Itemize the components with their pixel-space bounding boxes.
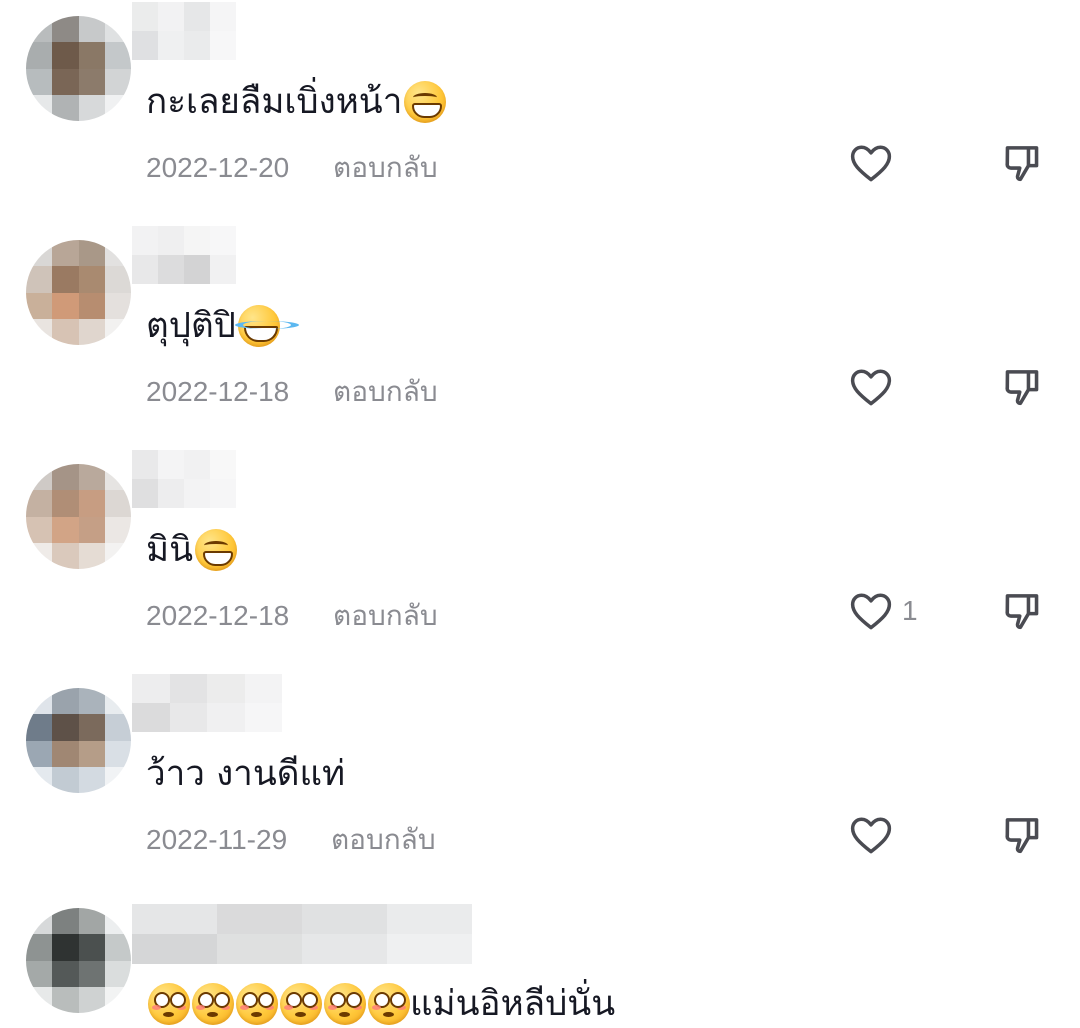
flushed-face-icon	[236, 982, 278, 1025]
flushed-face-icon	[368, 982, 410, 1025]
heart-icon	[850, 817, 892, 854]
comment-meta: 2022-11-29 ตอบกลับ	[146, 818, 436, 862]
username-blurred[interactable]	[132, 674, 282, 732]
avatar[interactable]	[26, 464, 131, 569]
like-button[interactable]: 1	[850, 591, 918, 631]
comment-date: 2022-12-20	[146, 152, 290, 183]
dislike-button[interactable]	[1002, 367, 1042, 409]
comment-text-body: ว้าว งานดีแท่	[146, 754, 346, 794]
comment-date: 2022-12-18	[146, 600, 290, 631]
comment-item: กะเลยลืมเบิ่งหน้า 2022-12-20 ตอบกลับ	[0, 0, 1080, 224]
heart-icon	[850, 369, 892, 406]
dislike-button[interactable]	[1002, 815, 1042, 857]
dislike-button[interactable]	[1002, 143, 1042, 185]
flushed-face-icon	[324, 982, 366, 1025]
avatar[interactable]	[26, 240, 131, 345]
comment-meta: 2022-12-20 ตอบกลับ	[146, 146, 438, 190]
reply-button[interactable]: ตอบกลับ	[331, 824, 436, 855]
username-blurred[interactable]	[132, 2, 236, 60]
comment-item: ตุปุติปิ 2022-12-18 ตอบกลับ	[0, 224, 1080, 448]
face-with-tears-of-joy-icon	[234, 304, 299, 347]
comment-text-body: แม่นอิหลีบ่นั่น	[410, 984, 616, 1024]
grinning-face-icon	[195, 528, 237, 571]
thumbs-down-icon	[1005, 370, 1039, 406]
comment-text-body: มินิ	[146, 530, 193, 570]
like-count: 1	[902, 595, 918, 626]
comment-text: กะเลยลืมเบิ่งหน้า	[146, 74, 447, 129]
like-button[interactable]	[850, 815, 902, 855]
thumbs-down-icon	[1005, 146, 1039, 182]
avatar[interactable]	[26, 908, 131, 1013]
reply-button[interactable]: ตอบกลับ	[333, 600, 438, 631]
username-blurred[interactable]	[132, 450, 236, 508]
comment-item: มินิ 2022-12-18 ตอบกลับ 1	[0, 448, 1080, 672]
thumbs-down-icon	[1005, 818, 1039, 854]
flushed-face-icon	[148, 982, 190, 1025]
comment-text-body: ตุปุติปิ	[146, 306, 236, 346]
reply-button[interactable]: ตอบกลับ	[333, 152, 438, 183]
reply-button[interactable]: ตอบกลับ	[333, 376, 438, 407]
avatar[interactable]	[26, 16, 131, 121]
username-blurred[interactable]	[132, 904, 472, 964]
avatar[interactable]	[26, 688, 131, 793]
grinning-face-icon	[404, 80, 447, 123]
comment-meta: 2022-12-18 ตอบกลับ	[146, 594, 438, 638]
comment-date: 2022-12-18	[146, 376, 290, 407]
heart-icon	[850, 593, 892, 630]
username-blurred[interactable]	[132, 226, 236, 284]
comment-text: แม่นอิหลีบ่นั่น	[146, 976, 615, 1028]
comment-feed: กะเลยลืมเบิ่งหน้า 2022-12-20 ตอบกลับ ตุป…	[0, 0, 1080, 1028]
comment-text: ว้าว งานดีแท่	[146, 746, 345, 801]
dislike-button[interactable]	[1002, 591, 1042, 633]
like-button[interactable]	[850, 367, 902, 407]
comment-text: ตุปุติปิ	[146, 298, 299, 353]
comment-text: มินิ	[146, 522, 237, 577]
flushed-face-icon	[280, 982, 322, 1025]
comment-date: 2022-11-29	[146, 824, 288, 855]
heart-icon	[850, 145, 892, 182]
comment-item: ว้าว งานดีแท่ 2022-11-29 ตอบกลับ	[0, 672, 1080, 896]
comment-meta: 2022-12-18 ตอบกลับ	[146, 370, 438, 414]
like-button[interactable]	[850, 143, 902, 183]
comment-item: แม่นอิหลีบ่นั่น	[0, 896, 1080, 1028]
thumbs-down-icon	[1005, 594, 1039, 630]
flushed-face-icon	[192, 982, 234, 1025]
comment-text-body: กะเลยลืมเบิ่งหน้า	[146, 82, 403, 122]
